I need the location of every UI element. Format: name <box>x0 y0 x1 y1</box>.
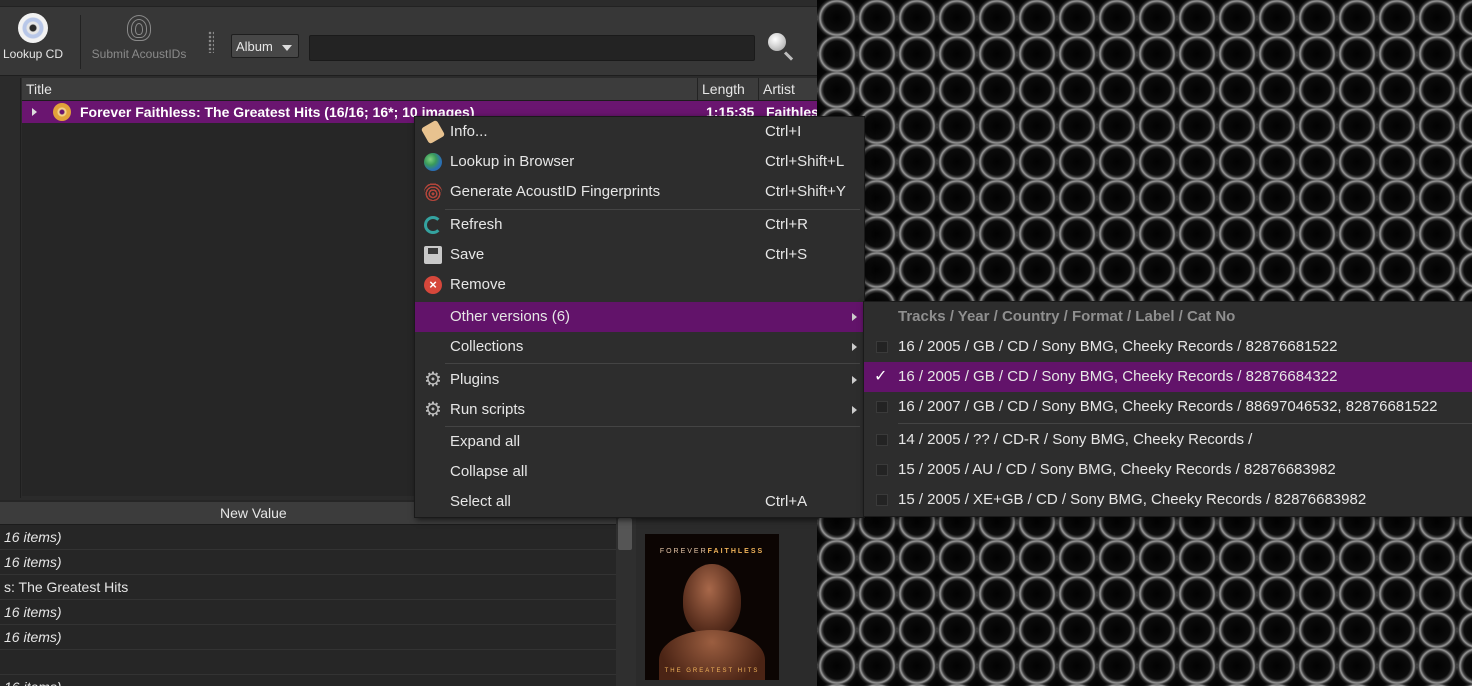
metadata-value: 16 items) <box>4 675 62 686</box>
column-header-new-value[interactable]: New Value <box>220 502 287 524</box>
version-checkbox[interactable] <box>876 434 888 446</box>
cd-icon <box>18 13 48 43</box>
menu-item-lookup-in-browser[interactable]: Lookup in Browser Ctrl+Shift+L <box>415 147 864 177</box>
metadata-value: 16 items) <box>4 529 62 545</box>
toolbar-grip[interactable] <box>208 31 214 53</box>
metadata-row[interactable]: 16 items) <box>0 525 616 550</box>
menu-item-info[interactable]: Info... Ctrl+I <box>415 117 864 147</box>
chevron-down-icon <box>282 45 292 51</box>
metadata-table[interactable]: New Value 16 items) 16 items) s: The Gre… <box>0 500 636 686</box>
metadata-scrollbar[interactable] <box>616 516 636 686</box>
search-icon <box>768 33 786 51</box>
version-item[interactable]: 16 / 2007 / GB / CD / Sony BMG, Cheeky R… <box>864 392 1472 422</box>
lookup-cd-button[interactable]: Lookup CD <box>2 13 64 61</box>
version-checkbox[interactable] <box>876 464 888 476</box>
expand-arrow-icon[interactable] <box>32 108 37 116</box>
globe-icon <box>424 153 442 171</box>
tree-header: Title Length Artist <box>22 78 817 101</box>
menu-item-remove[interactable]: × Remove <box>415 270 864 300</box>
menu-item-plugins[interactable]: ⚙ Plugins <box>415 365 864 395</box>
cover-brand: FOREVERFAITHLESS <box>659 548 765 555</box>
menu-item-generate-fingerprints[interactable]: Generate AcoustID Fingerprints Ctrl+Shif… <box>415 177 864 207</box>
column-header-length[interactable]: Length <box>698 78 759 100</box>
metadata-row[interactable]: 16 items) <box>0 625 616 650</box>
refresh-icon <box>424 216 442 234</box>
scrollbar-thumb[interactable] <box>618 518 632 550</box>
fingerprint-icon <box>424 183 442 201</box>
submenu-separator <box>898 423 1472 424</box>
search-type-value: Album <box>236 39 273 54</box>
metadata-value: 16 items) <box>4 604 62 620</box>
left-pane-edge <box>0 78 21 498</box>
toolbar-separator <box>80 15 81 69</box>
column-header-title[interactable]: Title <box>22 78 698 100</box>
other-versions-submenu: Tracks / Year / Country / Format / Label… <box>863 301 1472 517</box>
metadata-value: s: The Greatest Hits <box>4 579 129 595</box>
column-header-artist[interactable]: Artist <box>759 78 817 100</box>
version-checkbox[interactable] <box>876 341 888 353</box>
menu-item-save[interactable]: Save Ctrl+S <box>415 240 864 270</box>
toolbar: Lookup CD Submit AcoustIDs Album <box>0 6 817 76</box>
metadata-value: 16 items) <box>4 554 62 570</box>
submit-acoustids-label: Submit AcoustIDs <box>91 47 187 61</box>
menu-item-run-scripts[interactable]: ⚙ Run scripts <box>415 395 864 425</box>
search-input[interactable] <box>309 35 755 61</box>
search-button[interactable] <box>766 31 796 61</box>
menu-item-select-all[interactable]: Select all Ctrl+A <box>415 487 864 517</box>
menu-item-collapse-all[interactable]: Collapse all <box>415 457 864 487</box>
metadata-row[interactable]: 16 items) <box>0 675 616 686</box>
version-checkbox[interactable] <box>876 401 888 413</box>
context-menu: Info... Ctrl+I Lookup in Browser Ctrl+Sh… <box>414 116 865 518</box>
lookup-cd-label: Lookup CD <box>2 47 64 61</box>
version-item-selected[interactable]: ✓ 16 / 2005 / GB / CD / Sony BMG, Cheeky… <box>864 362 1472 392</box>
tag-icon <box>420 119 446 145</box>
metadata-row[interactable]: 16 items) <box>0 600 616 625</box>
metadata-value: 16 items) <box>4 629 62 645</box>
search-type-select[interactable]: Album <box>231 34 299 58</box>
gear-icon: ⚙ <box>424 369 442 391</box>
submenu-arrow-icon <box>852 406 857 414</box>
version-checkbox[interactable] <box>876 494 888 506</box>
cover-art-image[interactable]: FOREVERFAITHLESS THE GREATEST HITS <box>645 534 779 680</box>
check-icon[interactable]: ✓ <box>874 362 887 392</box>
remove-icon: × <box>424 276 442 294</box>
submenu-arrow-icon <box>852 343 857 351</box>
menu-item-collections[interactable]: Collections <box>415 332 864 362</box>
menu-item-expand-all[interactable]: Expand all <box>415 427 864 457</box>
menu-item-refresh[interactable]: Refresh Ctrl+R <box>415 210 864 240</box>
menu-item-other-versions[interactable]: Other versions (6) <box>415 302 864 332</box>
fingerprint-upload-icon <box>124 13 154 43</box>
menu-separator <box>445 363 860 364</box>
save-icon <box>424 246 442 264</box>
gear-icon: ⚙ <box>424 399 442 421</box>
version-item[interactable]: 14 / 2005 / ?? / CD-R / Sony BMG, Cheeky… <box>864 425 1472 455</box>
version-item[interactable]: 15 / 2005 / XE+GB / CD / Sony BMG, Cheek… <box>864 485 1472 515</box>
cover-subtitle: THE GREATEST HITS <box>664 668 760 674</box>
version-item[interactable]: 16 / 2005 / GB / CD / Sony BMG, Cheeky R… <box>864 332 1472 362</box>
metadata-row[interactable]: 16 items) <box>0 550 616 575</box>
submenu-arrow-icon <box>852 313 857 321</box>
submit-acoustids-button[interactable]: Submit AcoustIDs <box>88 13 190 61</box>
versions-header: Tracks / Year / Country / Format / Label… <box>898 308 1236 325</box>
submenu-arrow-icon <box>852 376 857 384</box>
metadata-row[interactable]: s: The Greatest Hits <box>0 575 616 600</box>
version-item[interactable]: 15 / 2005 / AU / CD / Sony BMG, Cheeky R… <box>864 455 1472 485</box>
metadata-row[interactable] <box>0 650 616 675</box>
album-icon <box>53 103 71 121</box>
